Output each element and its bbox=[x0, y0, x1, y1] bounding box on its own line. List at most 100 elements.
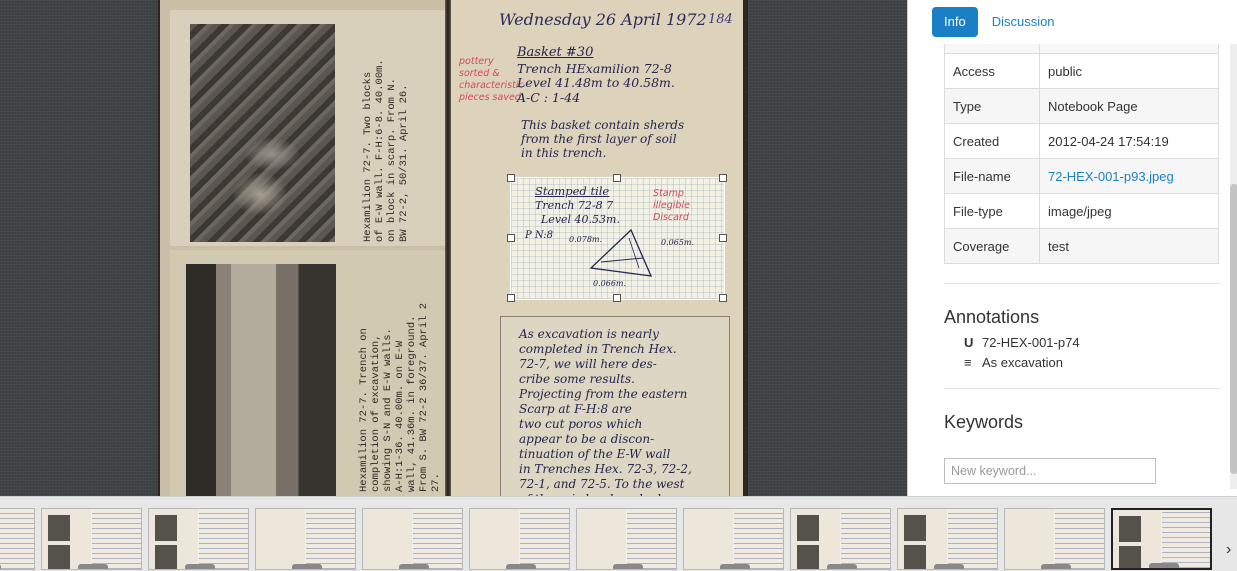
red-margin-note: pottery sorted & characteristic pieces s… bbox=[459, 56, 524, 103]
notebook-left-page: Hexamilion 72-7. Two blocks of E-W wall.… bbox=[160, 0, 510, 496]
thumbnail-tab bbox=[292, 564, 322, 569]
resize-handle-w[interactable] bbox=[507, 234, 515, 242]
annotation-label: 72-HEX-001-p74 bbox=[982, 335, 1080, 350]
thumbnail-photo bbox=[155, 515, 177, 541]
basket-text: This basket contain sherds from the firs… bbox=[521, 118, 685, 160]
section-divider bbox=[944, 283, 1220, 284]
thumbnail-tab bbox=[506, 564, 536, 569]
pasted-excavation-note: As excavation is nearly completed in Tre… bbox=[500, 316, 730, 496]
tile-sketch bbox=[589, 228, 653, 277]
thumbnail-right-page bbox=[1162, 510, 1210, 568]
thumbnail-left-page bbox=[256, 509, 305, 569]
thumbnail-tab bbox=[1041, 564, 1071, 569]
panel-content: Access public Type Notebook Page Created 20… bbox=[908, 44, 1226, 496]
page-thumbnail[interactable] bbox=[1004, 508, 1105, 570]
filmstrip-next-chevron-icon[interactable]: › bbox=[1226, 541, 1231, 559]
thumbnail-photo bbox=[904, 545, 926, 569]
annotation-selection-box[interactable]: Stamped tile Trench 72-8 7 Level 40.53m.… bbox=[507, 174, 727, 302]
thumbnail-photo bbox=[48, 515, 70, 541]
thumbnail-photo bbox=[904, 515, 926, 541]
tab-info[interactable]: Info bbox=[932, 7, 978, 37]
thumbnail-tab bbox=[78, 564, 108, 569]
thumbnail-right-page bbox=[520, 509, 569, 569]
panel-tabs: Info Discussion bbox=[932, 7, 1069, 37]
thumbnail-photo bbox=[797, 515, 819, 541]
metadata-key: Type bbox=[944, 88, 1040, 124]
metadata-key: Access bbox=[944, 53, 1040, 89]
metadata-key: File-name bbox=[944, 158, 1040, 194]
page-thumbnail[interactable] bbox=[576, 508, 677, 570]
thumbnail-right-page bbox=[306, 509, 355, 569]
table-row: Access public bbox=[944, 53, 1219, 89]
thumbnail-left-page bbox=[470, 509, 519, 569]
typed-caption: Hexamilion 72-7. Two blocks of E-W wall.… bbox=[362, 59, 410, 242]
page-thumbnail[interactable] bbox=[0, 508, 35, 570]
annotations-heading: Annotations bbox=[944, 307, 1040, 327]
tab-discussion[interactable]: Discussion bbox=[980, 7, 1067, 37]
resize-handle-nw[interactable] bbox=[507, 174, 515, 182]
thumbnail-photo bbox=[1119, 516, 1141, 542]
page-thumbnail[interactable] bbox=[148, 508, 249, 570]
thumbnail-right-page bbox=[841, 509, 890, 569]
thumbnail-right-page bbox=[199, 509, 248, 569]
resize-handle-sw[interactable] bbox=[507, 294, 515, 302]
resize-handle-s[interactable] bbox=[613, 294, 621, 302]
page-filmstrip: › bbox=[0, 496, 1237, 571]
page-thumbnail[interactable] bbox=[255, 508, 356, 570]
keyword-input[interactable] bbox=[944, 458, 1156, 484]
metadata-key: Created bbox=[944, 123, 1040, 159]
table-row bbox=[944, 44, 1219, 54]
thumbnail-left-page bbox=[577, 509, 626, 569]
thumbnail-tab bbox=[399, 564, 429, 569]
thumbnail-left-page bbox=[363, 509, 412, 569]
metadata-table: Access public Type Notebook Page Created 20… bbox=[944, 44, 1219, 264]
annotation-label: As excavation bbox=[982, 355, 1063, 370]
metadata-value: test bbox=[1039, 228, 1219, 264]
thumbnail-photo bbox=[48, 545, 70, 569]
resize-handle-n[interactable] bbox=[613, 174, 621, 182]
page-thumbnail[interactable] bbox=[469, 508, 570, 570]
thumbnail-tab bbox=[185, 564, 215, 569]
table-row: Type Notebook Page bbox=[944, 88, 1219, 124]
page-thumbnail[interactable] bbox=[683, 508, 784, 570]
magnet-icon: U bbox=[964, 335, 974, 350]
metadata-value: Notebook Page bbox=[1039, 88, 1219, 124]
table-row: Coverage test bbox=[944, 228, 1219, 264]
metadata-value: 2012-04-24 17:54:19 bbox=[1039, 123, 1219, 159]
thumbnail-photo bbox=[155, 545, 177, 569]
photo-image bbox=[190, 24, 335, 242]
annotation-item[interactable]: ≡ As excavation bbox=[964, 355, 1063, 370]
thumbnail-right-page bbox=[0, 509, 34, 569]
annotation-item[interactable]: U 72-HEX-001-p74 bbox=[964, 335, 1080, 350]
metadata-value: image/jpeg bbox=[1039, 193, 1219, 229]
photo-image bbox=[186, 264, 336, 496]
thumbnail-right-page bbox=[92, 509, 141, 569]
page-thumbnail[interactable] bbox=[897, 508, 998, 570]
image-viewer[interactable]: Hexamilion 72-7. Two blocks of E-W wall.… bbox=[0, 0, 907, 496]
page-thumbnail[interactable] bbox=[362, 508, 463, 570]
side-panel: Info Discussion Access public Type Notebook… bbox=[907, 0, 1237, 496]
resize-handle-e[interactable] bbox=[719, 234, 727, 242]
thumbnail-photo bbox=[797, 545, 819, 569]
scrollbar-thumb[interactable] bbox=[1230, 184, 1237, 474]
thumbnail-right-page bbox=[413, 509, 462, 569]
basket-title: Basket #30 bbox=[517, 45, 594, 60]
thumbnail-left-page bbox=[1005, 509, 1054, 569]
resize-handle-ne[interactable] bbox=[719, 174, 727, 182]
resize-handle-se[interactable] bbox=[719, 294, 727, 302]
panel-scrollbar[interactable] bbox=[1230, 44, 1237, 489]
thumbnail-tab bbox=[1149, 563, 1179, 568]
thumbnail-tab bbox=[827, 564, 857, 569]
excavation-note-text: As excavation is nearly completed in Tre… bbox=[519, 327, 692, 496]
thumbnail-tab bbox=[934, 564, 964, 569]
basket-range: A-C : 1-44 bbox=[517, 90, 581, 105]
thumbnail-left-page bbox=[684, 509, 733, 569]
page-thumbnail[interactable] bbox=[790, 508, 891, 570]
page-number: 184 bbox=[708, 12, 733, 27]
thumbnail-right-page bbox=[734, 509, 783, 569]
thumbnail-right-page bbox=[1055, 509, 1104, 569]
page-thumbnail[interactable] bbox=[41, 508, 142, 570]
typed-caption: Hexamilion 72-7. Trench on completion of… bbox=[358, 302, 442, 492]
page-thumbnail[interactable] bbox=[1111, 508, 1212, 570]
file-name-link[interactable]: 72-HEX-001-p93.jpeg bbox=[1048, 169, 1174, 184]
